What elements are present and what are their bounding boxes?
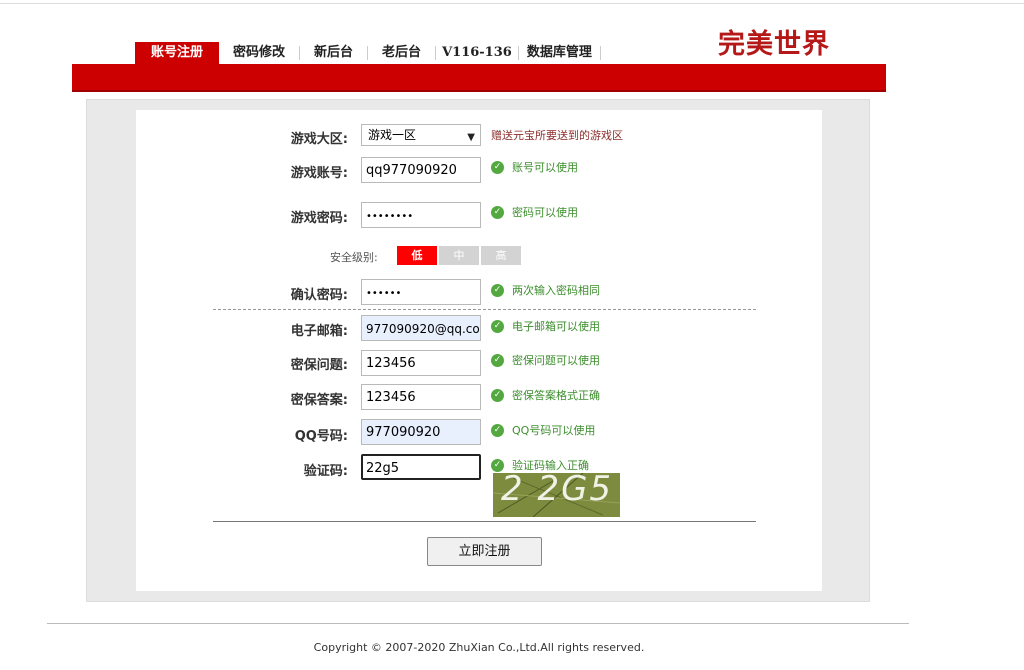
tab-separator (599, 46, 601, 60)
chevron-down-icon: ▼ (467, 132, 475, 143)
confirm-password-label: 确认密码: (290, 288, 348, 303)
account-hint: ✓ 账号可以使用 (491, 159, 578, 175)
qq-hint: ✓ QQ号码可以使用 (491, 422, 595, 438)
zone-hint: 赠送元宝所要送到的游戏区 (491, 127, 623, 143)
captcha-image-text: 2 2G5 (501, 473, 614, 509)
qq-label: QQ号码: (294, 429, 348, 444)
zone-label: 游戏大区: (290, 132, 348, 147)
tab-old-admin[interactable]: 老后台 (368, 42, 435, 64)
security-question-hint-text: 密保问题可以使用 (512, 354, 600, 367)
email-hint-text: 电子邮箱可以使用 (512, 320, 600, 333)
email-hint: ✓ 电子邮箱可以使用 (491, 318, 600, 334)
tab-database-admin[interactable]: 数据库管理 (519, 42, 600, 64)
check-icon: ✓ (491, 353, 504, 367)
password-hint-text: 密码可以使用 (512, 206, 578, 219)
email-input[interactable]: 977090920@qq.com (361, 315, 481, 341)
captcha-hint-text: 验证码输入正确 (512, 459, 589, 472)
captcha-image[interactable]: 2 2G5 (493, 473, 620, 517)
security-answer-hint-text: 密保答案格式正确 (512, 389, 600, 402)
check-icon: ✓ (491, 205, 504, 219)
security-answer-input[interactable]: 123456 (361, 384, 481, 410)
tab-new-admin[interactable]: 新后台 (300, 42, 367, 64)
security-answer-label: 密保答案: (290, 393, 348, 408)
account-hint-text: 账号可以使用 (512, 161, 578, 174)
dashed-divider (213, 309, 756, 310)
account-input[interactable]: qq977090920 (361, 157, 481, 183)
captcha-hint: ✓ 验证码输入正确 (491, 457, 589, 473)
security-level-high: 高 (481, 246, 521, 265)
footer-divider (47, 623, 909, 624)
qq-hint-text: QQ号码可以使用 (512, 424, 596, 437)
tab-register[interactable]: 账号注册 (135, 42, 220, 64)
header-bar (72, 64, 886, 92)
security-question-input[interactable]: 123456 (361, 350, 481, 376)
check-icon: ✓ (491, 423, 504, 437)
security-level-label: 安全级别: (330, 251, 378, 264)
security-answer-hint: ✓ 密保答案格式正确 (491, 387, 600, 403)
brand-logo: 完美世界 (718, 29, 830, 60)
security-question-hint: ✓ 密保问题可以使用 (491, 352, 600, 368)
confirm-password-hint: ✓ 两次输入密码相同 (491, 282, 600, 298)
account-label: 游戏账号: (290, 166, 348, 181)
security-level-low: 低 (397, 246, 437, 265)
check-icon: ✓ (491, 283, 504, 297)
check-icon: ✓ (491, 388, 504, 402)
captcha-input[interactable]: 22g5 (361, 454, 481, 480)
confirm-password-hint-text: 两次输入密码相同 (512, 284, 600, 297)
security-level-meter: 低 中 高 (397, 246, 523, 265)
top-border (0, 3, 1024, 4)
copyright-text: Copyright © 2007-2020 ZhuXian Co.,Ltd.Al… (313, 641, 645, 654)
check-icon: ✓ (491, 458, 504, 472)
check-icon: ✓ (491, 160, 504, 174)
top-nav: 账号注册 密码修改 新后台 老后台 V116-136 数据库管理 (135, 42, 601, 64)
confirm-password-input[interactable]: •••••• (361, 279, 481, 305)
check-icon: ✓ (491, 319, 504, 333)
captcha-label: 验证码: (303, 464, 348, 479)
password-label: 游戏密码: (290, 211, 348, 226)
security-question-label: 密保问题: (290, 358, 348, 373)
form-divider (213, 521, 756, 522)
password-input[interactable]: •••••••• (361, 202, 481, 228)
zone-hint-text: 赠送元宝所要送到的游戏区 (491, 129, 623, 142)
security-level-medium: 中 (439, 246, 479, 265)
password-hint: ✓ 密码可以使用 (491, 204, 578, 220)
tab-version[interactable]: V116-136 (436, 42, 518, 64)
zone-select[interactable]: 游戏一区 ▼ (361, 124, 481, 146)
email-label: 电子邮箱: (290, 324, 348, 339)
qq-input[interactable]: 977090920 (361, 419, 481, 445)
zone-select-value: 游戏一区 (368, 128, 417, 142)
register-button[interactable]: 立即注册 (427, 537, 542, 566)
tab-change-password[interactable]: 密码修改 (219, 42, 299, 64)
